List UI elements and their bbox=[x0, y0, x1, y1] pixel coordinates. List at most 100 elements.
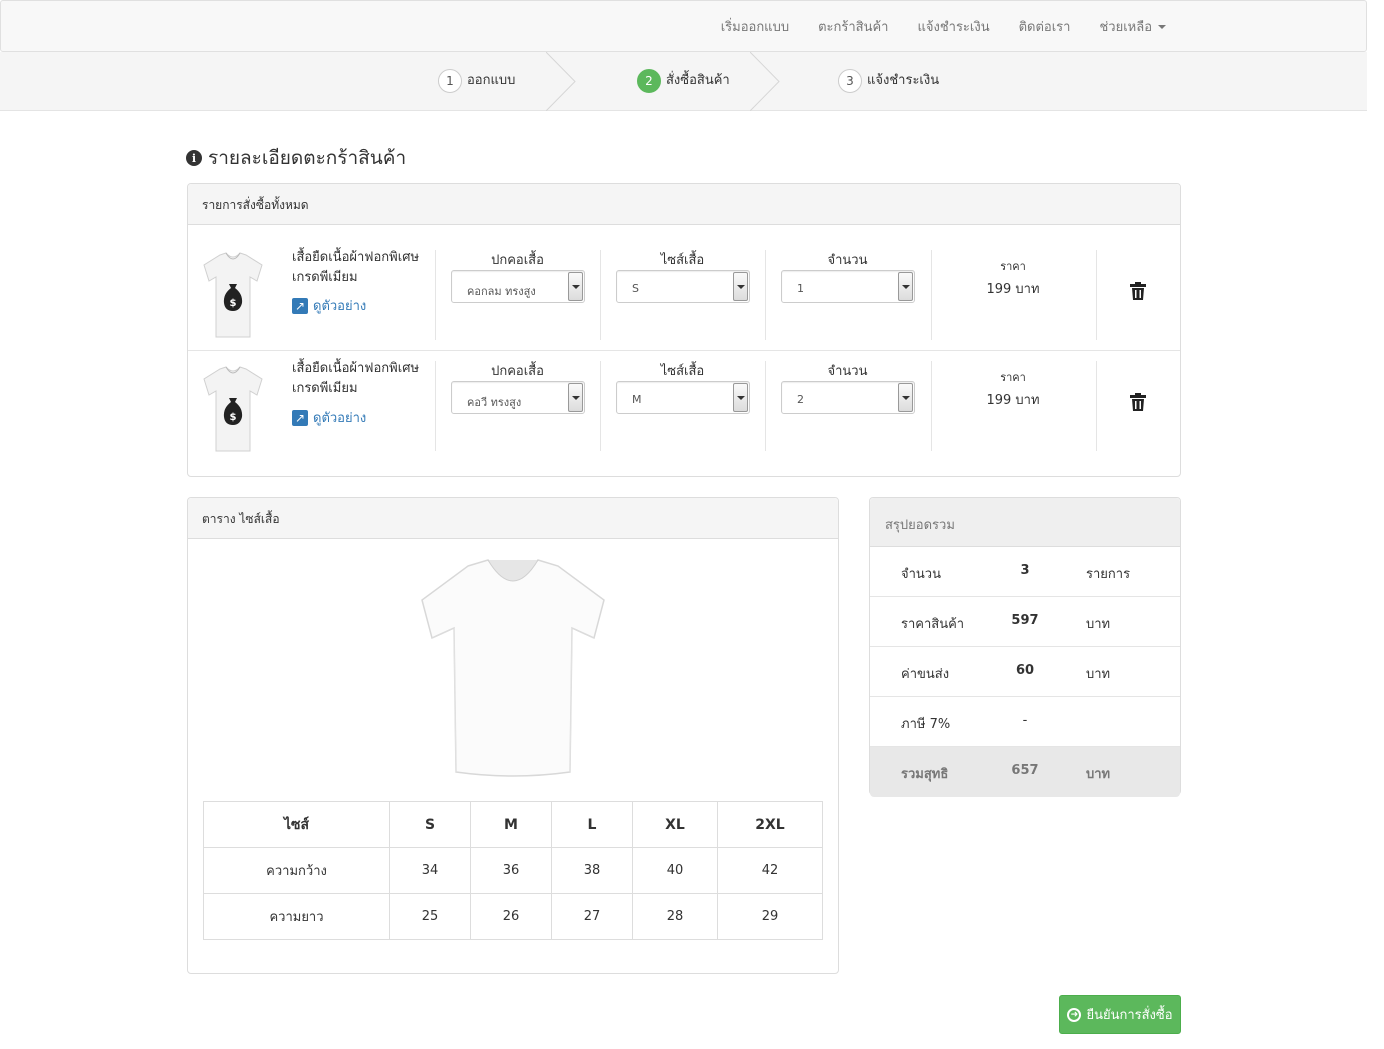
qty-label: จำนวน bbox=[827, 364, 868, 379]
table-row: ความยาว 25 26 27 28 29 bbox=[203, 893, 823, 940]
size-value: S bbox=[632, 282, 639, 295]
qty-value: 2 bbox=[797, 393, 804, 406]
size-table-header-row: ไซส์ S M L XL 2XL bbox=[203, 801, 823, 848]
nav-start-design[interactable]: เริ่มออกแบบ bbox=[721, 16, 789, 37]
nav-cart[interactable]: ตะกร้าสินค้า bbox=[818, 16, 888, 37]
view-sample-link[interactable]: ↗ ดูตัวอย่าง bbox=[292, 295, 366, 316]
cart-panel-heading: รายการสั่งซื้อทั้งหมด bbox=[188, 184, 1180, 225]
step-number: 2 bbox=[637, 69, 661, 93]
price-value: 199 บาท bbox=[986, 282, 1040, 297]
page-title: i รายละเอียดตะกร้าสินค้า bbox=[186, 143, 406, 173]
size-label: ไซส์เสื้อ bbox=[660, 253, 705, 268]
table-cell: 40 bbox=[632, 847, 718, 894]
summary-row-subtotal: ราคาสินค้า 597 บาท bbox=[870, 597, 1180, 647]
wizard-step-order[interactable]: 2 สั่งซื้อสินค้า bbox=[637, 69, 730, 93]
confirm-order-button[interactable]: ➜ ยืนยันการสั่งซื้อ bbox=[1059, 995, 1181, 1034]
divider bbox=[435, 250, 436, 340]
qty-value: 1 bbox=[797, 282, 804, 295]
summary-value: 597 bbox=[1011, 613, 1039, 628]
view-sample-label: ดูตัวอย่าง bbox=[313, 411, 367, 426]
nav-contact[interactable]: ติดต่อเรา bbox=[1019, 16, 1071, 37]
nav-help-dropdown[interactable]: ช่วยเหลือ bbox=[1099, 16, 1166, 37]
summary-unit: บาท bbox=[1086, 617, 1111, 632]
price-label: ราคา bbox=[1000, 260, 1026, 273]
tshirt-thumbnail-icon: $ bbox=[203, 366, 263, 452]
collar-label: ปกคอเสื้อ bbox=[491, 364, 544, 379]
summary-total-value: 657 bbox=[1011, 763, 1039, 778]
dropdown-arrow-icon bbox=[733, 383, 748, 412]
info-icon: i bbox=[186, 150, 202, 166]
size-header: L bbox=[551, 801, 633, 848]
table-cell: ความกว้าง bbox=[203, 847, 390, 894]
summary-panel: สรุปยอดรวม จำนวน 3 รายการ ราคาสินค้า 597… bbox=[869, 497, 1181, 797]
qty-label: จำนวน bbox=[827, 253, 868, 268]
trash-icon[interactable] bbox=[1130, 282, 1146, 300]
trash-icon[interactable] bbox=[1130, 393, 1146, 411]
table-cell: ความยาว bbox=[203, 893, 390, 940]
size-header: XL bbox=[632, 801, 718, 848]
size-header: S bbox=[389, 801, 471, 848]
size-chart-heading: ตาราง ไซส์เสื้อ bbox=[188, 498, 838, 539]
dropdown-arrow-icon bbox=[898, 272, 913, 301]
divider bbox=[765, 361, 766, 451]
summary-unit: บาท bbox=[1086, 667, 1111, 682]
summary-row-tax: ภาษี 7% - bbox=[870, 697, 1180, 747]
summary-key: ค่าขนส่ง bbox=[901, 667, 950, 682]
table-cell: 42 bbox=[717, 847, 823, 894]
external-link-icon: ↗ bbox=[292, 409, 308, 426]
size-select[interactable]: S bbox=[616, 270, 750, 303]
step-label: สั่งซื้อสินค้า bbox=[666, 72, 730, 88]
size-label: ไซส์เสื้อ bbox=[660, 364, 705, 379]
summary-key: จำนวน bbox=[901, 567, 941, 582]
dropdown-arrow-icon bbox=[898, 383, 913, 412]
table-cell: 28 bbox=[632, 893, 718, 940]
page-title-text: รายละเอียดตะกร้าสินค้า bbox=[208, 147, 407, 169]
collar-value: คอกลม ทรงสูง bbox=[467, 285, 536, 298]
product-name: เสื้อยืดเนื้อผ้าฟอกพิเศษ เกรดพีเมียม bbox=[292, 250, 420, 285]
tshirt-thumbnail-icon: $ bbox=[203, 252, 263, 338]
size-select[interactable]: M bbox=[616, 381, 750, 414]
product-name: เสื้อยืดเนื้อผ้าฟอกพิเศษ เกรดพีเมียม bbox=[292, 361, 420, 396]
summary-value: 3 bbox=[1020, 563, 1030, 578]
top-navbar: เริ่มออกแบบ ตะกร้าสินค้า แจ้งชำระเงิน ติ… bbox=[0, 0, 1367, 52]
divider bbox=[931, 250, 932, 340]
dropdown-arrow-icon bbox=[733, 272, 748, 301]
table-cell: 29 bbox=[717, 893, 823, 940]
svg-text:$: $ bbox=[230, 412, 237, 423]
collar-select[interactable]: คอวี ทรงสูง bbox=[451, 381, 585, 414]
collar-label: ปกคอเสื้อ bbox=[491, 253, 544, 268]
divider bbox=[765, 250, 766, 340]
caret-down-icon bbox=[1158, 25, 1166, 29]
collar-select[interactable]: คอกลม ทรงสูง bbox=[451, 270, 585, 303]
qty-select[interactable]: 1 bbox=[781, 270, 915, 303]
summary-unit: บาท bbox=[1086, 767, 1111, 782]
summary-row-total: รวมสุทธิ 657 บาท bbox=[870, 747, 1180, 797]
view-sample-link[interactable]: ↗ ดูตัวอย่าง bbox=[292, 407, 366, 428]
tshirt-preview-icon bbox=[421, 559, 605, 777]
price-label: ราคา bbox=[1000, 371, 1026, 384]
summary-value: - bbox=[1022, 713, 1028, 728]
summary-value: 60 bbox=[1015, 663, 1035, 678]
step-number: 3 bbox=[838, 69, 862, 93]
table-row: ความกว้าง 34 36 38 40 42 bbox=[203, 847, 823, 894]
view-sample-label: ดูตัวอย่าง bbox=[313, 299, 367, 314]
divider bbox=[1096, 250, 1097, 340]
qty-select[interactable]: 2 bbox=[781, 381, 915, 414]
step-separator-icon bbox=[546, 52, 576, 111]
nav-help-label: ช่วยเหลือ bbox=[1099, 19, 1152, 35]
wizard-step-design[interactable]: 1 ออกแบบ bbox=[438, 69, 515, 93]
table-cell: 38 bbox=[551, 847, 633, 894]
external-link-icon: ↗ bbox=[292, 297, 308, 314]
step-label: แจ้งชำระเงิน bbox=[867, 72, 940, 88]
summary-heading: สรุปยอดรวม bbox=[870, 498, 1180, 547]
size-value: M bbox=[632, 393, 642, 406]
order-wizard: 1 ออกแบบ 2 สั่งซื้อสินค้า 3 แจ้งชำระเงิน bbox=[0, 52, 1367, 111]
summary-row-quantity: จำนวน 3 รายการ bbox=[870, 547, 1180, 597]
step-separator-icon bbox=[750, 52, 780, 111]
cart-item-row: $ เสื้อยืดเนื้อผ้าฟอกพิเศษ เกรดพีเมียม ↗… bbox=[188, 225, 1180, 340]
divider bbox=[600, 361, 601, 451]
table-cell: 27 bbox=[551, 893, 633, 940]
nav-payment[interactable]: แจ้งชำระเงิน bbox=[917, 16, 989, 37]
wizard-step-payment[interactable]: 3 แจ้งชำระเงิน bbox=[838, 69, 939, 93]
size-table: ไซส์ S M L XL 2XL ความกว้าง 34 36 38 40 … bbox=[203, 801, 823, 940]
